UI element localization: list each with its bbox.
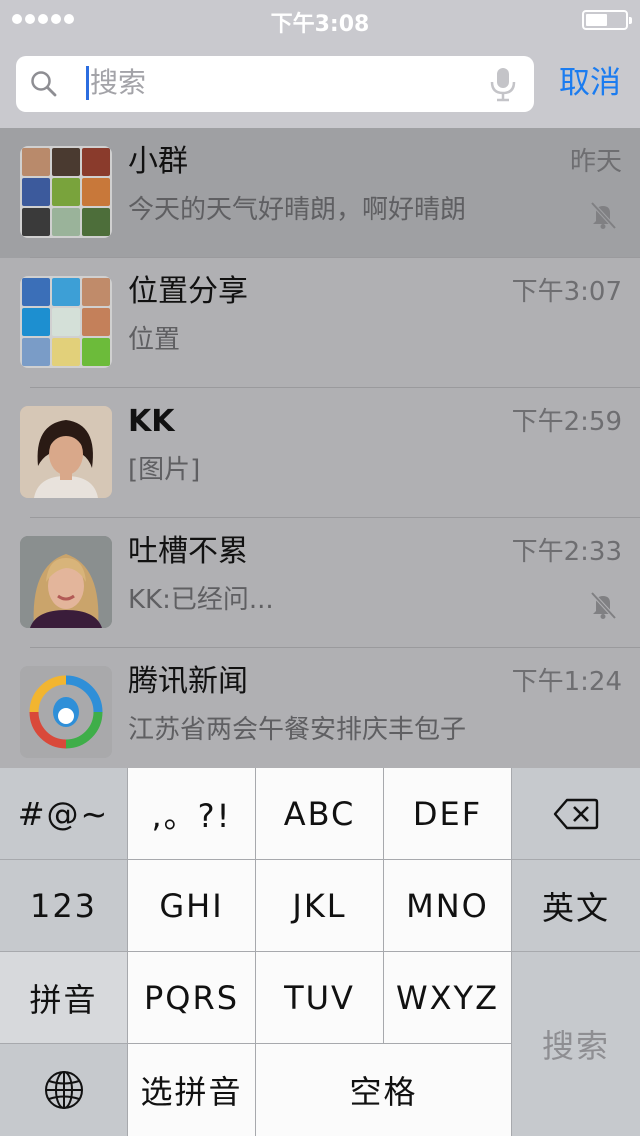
globe-icon xyxy=(44,1071,83,1109)
chat-name: 腾讯新闻 xyxy=(128,664,248,699)
chat-row[interactable]: 位置分享 位置 下午3:07 xyxy=(0,258,640,388)
wxyz-key[interactable]: WXYZ xyxy=(384,952,511,1043)
abc-key[interactable]: ABC xyxy=(256,768,383,859)
battery-icon xyxy=(582,10,632,30)
chat-name: 位置分享 xyxy=(128,274,248,309)
search-icon xyxy=(31,71,57,97)
avatar-tile xyxy=(82,208,110,236)
chat-last-message: 江苏省两会午餐安排庆丰包子 xyxy=(128,715,467,745)
person-avatar-blonde xyxy=(20,536,112,628)
avatar-tile xyxy=(22,278,50,306)
chat-last-message: 位置 xyxy=(128,325,181,355)
avatar-tile xyxy=(22,208,50,236)
avatar-tile xyxy=(52,178,80,206)
chat-name: 吐槽不累 xyxy=(128,534,248,569)
chat-time: 下午2:59 xyxy=(511,407,622,437)
space-key[interactable]: 空格 xyxy=(256,1044,511,1136)
avatar-tile xyxy=(52,338,80,366)
chat-name: 小群 xyxy=(128,144,188,179)
backspace-icon xyxy=(553,798,599,829)
tencent-news-logo xyxy=(20,666,112,758)
select-pinyin-key[interactable]: 选拼音 xyxy=(128,1044,255,1136)
chat-row[interactable]: 吐槽不累 KK:已经问... 下午2:33 xyxy=(0,518,640,648)
chat-row[interactable]: KK [图片] 下午2:59 xyxy=(0,388,640,518)
avatar-tile xyxy=(52,208,80,236)
search-bar: 搜索 取消 xyxy=(0,40,640,128)
text-cursor xyxy=(86,66,89,100)
pqrs-key[interactable]: PQRS xyxy=(128,952,255,1043)
search-placeholder: 搜索 xyxy=(90,66,147,99)
symbols-key[interactable]: #@~ xyxy=(0,768,127,859)
chat-last-message: KK:已经问... xyxy=(128,585,274,615)
mute-bell-icon xyxy=(590,201,617,230)
search-input[interactable]: 搜索 xyxy=(16,56,534,112)
mno-key[interactable]: MNO xyxy=(384,860,511,951)
avatar-tile xyxy=(22,178,50,206)
def-key[interactable]: DEF xyxy=(384,768,511,859)
chat-last-message: [图片] xyxy=(128,455,201,485)
cancel-button[interactable]: 取消 xyxy=(540,62,640,104)
pinyin-key[interactable]: 拼音 xyxy=(0,952,127,1043)
avatar-tile xyxy=(82,308,110,336)
backspace-key[interactable] xyxy=(512,768,640,859)
jkl-key[interactable]: JKL xyxy=(256,860,383,951)
avatar-tile xyxy=(82,338,110,366)
tuv-key[interactable]: TUV xyxy=(256,952,383,1043)
globe-key[interactable] xyxy=(0,1044,127,1136)
group-avatar xyxy=(20,276,112,368)
search-key[interactable]: 搜索 xyxy=(512,952,640,1136)
avatar-tile xyxy=(52,308,80,336)
avatar-tile xyxy=(22,308,50,336)
chat-time: 下午3:07 xyxy=(511,277,622,307)
chat-time: 下午1:24 xyxy=(511,667,622,697)
chat-row[interactable]: 小群 今天的天气好晴朗，啊好晴朗 昨天 xyxy=(0,128,640,258)
group-avatar xyxy=(20,146,112,238)
avatar-tile xyxy=(52,278,80,306)
status-time: 下午3:08 xyxy=(270,12,370,37)
microphone-icon[interactable] xyxy=(488,66,518,102)
numbers-key[interactable]: 123 xyxy=(0,860,127,951)
avatar-tile xyxy=(82,178,110,206)
avatar-tile xyxy=(22,338,50,366)
mute-bell-icon xyxy=(590,591,617,620)
chat-row[interactable]: 腾讯新闻 江苏省两会午餐安排庆丰包子 下午1:24 xyxy=(0,648,640,768)
chat-time: 昨天 xyxy=(569,147,622,177)
avatar-tile xyxy=(82,148,110,176)
chat-name: KK xyxy=(128,404,175,439)
punctuation-key[interactable]: ,。?! xyxy=(128,768,255,859)
person-avatar-kk xyxy=(20,406,112,498)
avatar-tile xyxy=(52,148,80,176)
chat-time: 下午2:33 xyxy=(511,537,622,567)
english-key[interactable]: 英文 xyxy=(512,860,640,951)
chinese-9key-keyboard: #@~ ,。?! ABC DEF 123 GHI JKL MNO 英文 拼音 P… xyxy=(0,768,640,1136)
chat-list: 小群 今天的天气好晴朗，啊好晴朗 昨天 位置分享 位置 下午3:07 KK [图… xyxy=(0,128,640,768)
avatar-tile xyxy=(22,148,50,176)
status-bar: 下午3:08 xyxy=(0,0,640,40)
ghi-key[interactable]: GHI xyxy=(128,860,255,951)
avatar-tile xyxy=(82,278,110,306)
chat-last-message: 今天的天气好晴朗，啊好晴朗 xyxy=(128,195,467,225)
